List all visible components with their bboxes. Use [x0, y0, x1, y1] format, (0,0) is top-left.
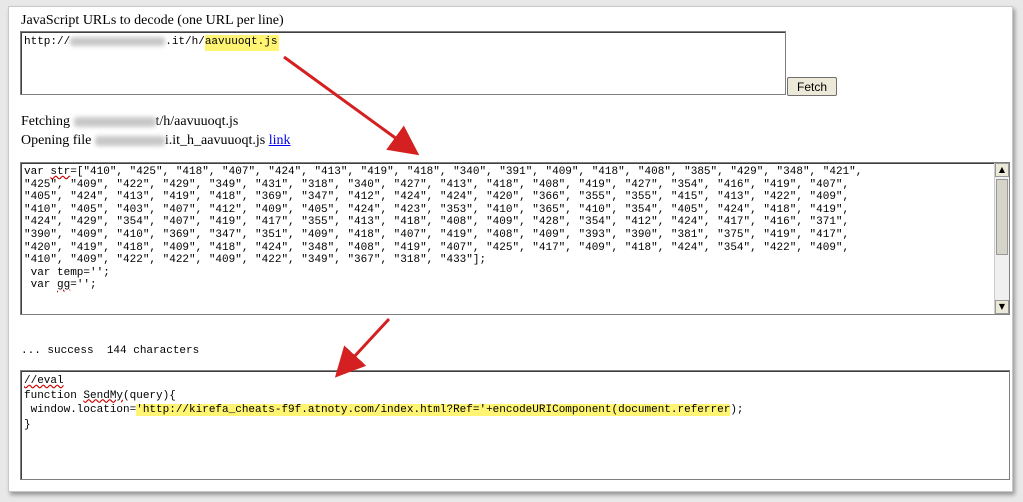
annotation-arrows — [283, 55, 420, 378]
arrow-icon — [283, 55, 420, 156]
arrow-icon — [334, 317, 391, 378]
